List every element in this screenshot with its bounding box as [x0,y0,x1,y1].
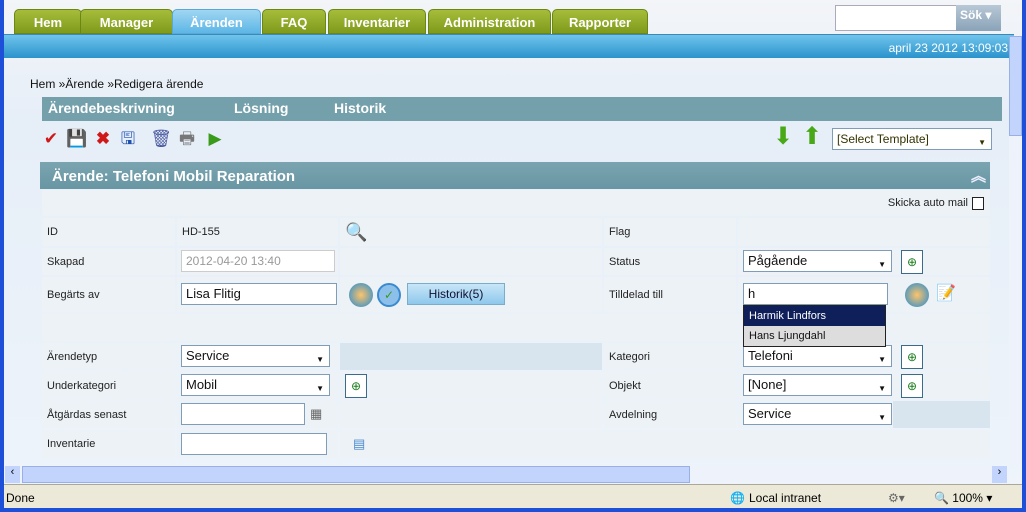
breadcrumb-arende[interactable]: Ärende » [65,77,114,91]
suggestion-item[interactable]: Hans Ljungdahl [744,326,885,346]
globe-icon: 🌐 [730,491,745,505]
horizontal-scrollbar[interactable]: ‹ › [4,466,1009,483]
status-select[interactable]: Pågående [743,250,892,275]
datetime: april 23 2012 13:09:03 [888,41,1008,55]
add-objekt-icon[interactable]: ⊕ [901,374,923,398]
flag-label: Flag [604,218,736,246]
tilldelad-field[interactable]: h [743,283,888,305]
save-cancel-icon[interactable]: 🖫 [117,128,139,150]
arendetyp-select[interactable]: Service [181,345,330,370]
tab-hem[interactable]: Hem [14,9,82,34]
id-value: HD-155 [177,218,338,246]
arendetyp-label: Ärendetyp [42,343,175,370]
protected-mode-icon[interactable]: ⚙▾ [888,485,905,508]
inventory-lookup-icon[interactable]: ▤ [353,436,365,452]
breadcrumb-hem[interactable]: Hem » [30,77,65,91]
subtab-losning[interactable]: Lösning [234,100,288,116]
search-button[interactable]: Sök ▾ [956,5,1001,31]
search-icon[interactable]: 🔍 [345,222,367,243]
collapse-icon[interactable]: ︽ [971,162,986,192]
calendar-icon[interactable]: ▦ [310,406,322,422]
status-bar: Done 🌐 Local intranet ⚙▾ 🔍 100% ▾ [4,484,1022,508]
status-text: Done [6,491,35,505]
horizontal-scroll-thumb[interactable] [22,466,690,483]
auto-mail-label: Skicka auto mail [887,197,968,209]
tab-inventarier[interactable]: Inventarier [328,9,426,34]
notepad-icon[interactable]: 📝 [936,283,956,303]
print-icon[interactable]: 🖶 [176,128,198,150]
suggestion-item[interactable]: Harmik Lindfors [744,306,885,326]
underkategori-select[interactable]: Mobil [181,374,330,399]
atgardas-field[interactable] [181,403,305,425]
zone-text: Local intranet [749,491,822,505]
autocomplete-list: Harmik Lindfors Hans Ljungdahl [743,305,886,347]
arrow-up-icon[interactable]: ⬆ [801,125,823,149]
inventarie-field[interactable] [181,433,327,455]
email-check-icon[interactable]: ✓ [377,283,401,307]
trash-icon[interactable]: 🗑 [150,128,172,150]
add-underkategori-icon[interactable]: ⊕ [345,374,367,398]
subtab-bar: Ärendebeskrivning Lösning Historik [42,97,1002,121]
tab-faq[interactable]: FAQ [262,9,326,34]
breadcrumb: Hem »Ärende »Redigera ärende [30,77,203,91]
scroll-left-button[interactable]: ‹ [5,466,20,483]
vertical-scroll-thumb[interactable] [1009,36,1022,136]
atgardas-label: Åtgärdas senast [42,401,175,428]
id-label: ID [42,218,175,246]
skapad-label: Skapad [42,248,175,275]
save-close-icon[interactable]: ✔ [40,128,62,150]
scroll-right-button[interactable]: › [992,466,1007,483]
section-title: Ärende: Telefoni Mobil Reparation [52,168,296,185]
inventarie-label: Inventarie [42,430,175,458]
delete-x-icon[interactable]: ✖ [92,128,114,150]
save-icon[interactable]: 💾 [66,128,88,150]
zoom-control[interactable]: 🔍 100% ▾ [934,485,992,508]
zoom-level: 100% [952,491,983,505]
tilldelad-label: Tilldelad till [604,277,736,312]
search-input[interactable] [835,5,957,31]
tab-arenden[interactable]: Ärenden [172,9,261,34]
objekt-select[interactable]: [None] [743,374,892,399]
export-icon[interactable]: ▶ [204,128,226,150]
tab-manager[interactable]: Manager [80,9,173,34]
tab-rapporter[interactable]: Rapporter [552,9,648,34]
breadcrumb-current: Redigera ärende [114,77,204,91]
add-status-icon[interactable]: ⊕ [901,250,923,274]
historik-button[interactable]: Historik(5) [407,283,505,305]
begarts-label: Begärts av [42,277,175,312]
date-bar: april 23 2012 13:09:03 [4,34,1014,58]
auto-mail-checkbox[interactable] [972,196,984,210]
section-header: Ärende: Telefoni Mobil Reparation ︽ [40,162,990,189]
avdelning-label: Avdelning [604,401,736,428]
flag-value [738,218,990,246]
subtab-arendebeskrivning[interactable]: Ärendebeskrivning [48,100,175,116]
subtab-historik[interactable]: Historik [334,100,386,116]
skapad-field: 2012-04-20 13:40 [181,250,335,272]
status-label: Status [604,248,736,275]
objekt-label: Objekt [604,372,736,399]
user-icon[interactable] [905,283,929,307]
begarts-field[interactable]: Lisa Flitig [181,283,337,305]
vertical-scrollbar[interactable] [1009,36,1022,464]
kategori-select[interactable]: Telefoni [743,345,892,370]
auto-mail-row: Skicka auto mail [42,190,990,216]
kategori-label: Kategori [604,343,736,370]
avdelning-select[interactable]: Service [743,403,892,428]
template-select[interactable]: [Select Template] [832,128,992,153]
arrow-down-icon[interactable]: ⬇ [772,125,794,149]
add-kategori-icon[interactable]: ⊕ [901,345,923,369]
browser-window: Hem Manager Ärenden FAQ Inventarier Admi… [4,0,1022,508]
user-icon[interactable] [349,283,373,307]
tab-administration[interactable]: Administration [428,9,551,34]
underkategori-label: Underkategori [42,372,175,399]
